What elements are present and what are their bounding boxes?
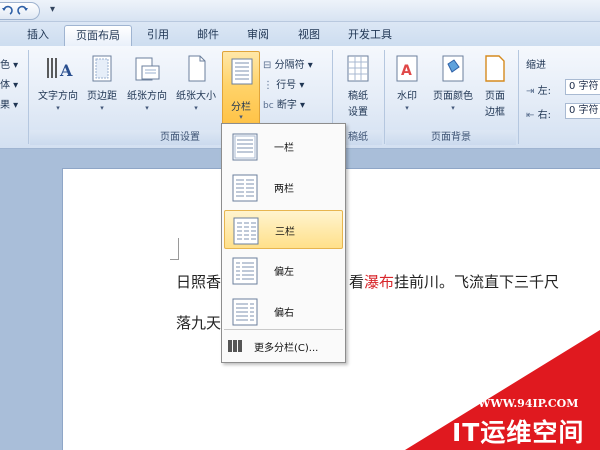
indent-left-label: ⇥ 左: <box>526 86 551 97</box>
right-column-icon <box>232 298 258 326</box>
hyphenation-icon: bc <box>263 101 274 111</box>
chevron-down-icon: ▾ <box>239 113 243 121</box>
orientation-button[interactable]: 纸张方向 ▾ <box>122 54 172 112</box>
paint-bucket-icon <box>442 55 464 82</box>
menu-item-left[interactable]: 偏左 <box>224 251 343 290</box>
indent-left-icon: ⇥ <box>526 86 535 97</box>
menu-item-two-columns[interactable]: 两栏 <box>224 168 343 207</box>
paper-size-button[interactable]: 纸张大小 ▾ <box>172 54 220 112</box>
manuscript-grid-icon <box>347 55 369 82</box>
menu-separator <box>224 329 343 330</box>
redo-arrow-icon[interactable] <box>17 5 29 17</box>
tab-page-layout[interactable]: 页面布局 <box>64 25 132 46</box>
hyphenation-button[interactable]: bc 断字 ▾ <box>263 96 305 111</box>
watermark-url: WWW.94IP.COM <box>478 397 579 410</box>
tab-references[interactable]: 引用 <box>142 25 174 46</box>
menu-item-more-columns[interactable]: 更多分栏(C)... <box>224 334 343 358</box>
theme-colors-button[interactable]: 色 ▾ <box>0 56 18 71</box>
quick-access-toolbar <box>0 2 40 20</box>
tab-mailings[interactable]: 邮件 <box>192 25 224 46</box>
watermark-title: IT运维空间 <box>452 418 585 447</box>
ribbon-tabs: 插入 页面布局 引用 邮件 审阅 视图 开发工具 <box>0 22 600 46</box>
red-text: 瀑布 <box>364 273 395 291</box>
tab-view[interactable]: 视图 <box>293 25 325 46</box>
tab-insert[interactable]: 插入 <box>22 25 54 46</box>
indent-right-label: ⇤ 右: <box>526 110 551 121</box>
title-bar: ▾ <box>0 0 600 22</box>
breaks-icon: ⊟ <box>263 60 272 71</box>
paper-size-icon <box>188 55 206 82</box>
menu-item-one-column[interactable]: 一栏 <box>224 127 343 166</box>
columns-button[interactable]: 分栏 ▾ <box>222 51 260 127</box>
group-separator <box>518 50 519 144</box>
one-column-icon <box>232 133 258 161</box>
margins-button[interactable]: 页边距 ▾ <box>82 54 122 112</box>
columns-icon <box>231 58 253 85</box>
document-line-2[interactable]: 落九天 <box>176 312 221 333</box>
indent-title: 缩进 <box>526 60 546 71</box>
indent-left-input[interactable]: 0 字符 <box>565 79 600 95</box>
theme-effects-button[interactable]: 果 ▾ <box>0 96 18 111</box>
menu-item-right[interactable]: 偏右 <box>224 292 343 331</box>
text-direction-button[interactable]: A 文字方向 ▾ <box>34 54 82 112</box>
orientation-icon <box>135 57 160 81</box>
manuscript-settings-button[interactable]: 稿纸 设置 <box>338 54 378 118</box>
tab-developer[interactable]: 开发工具 <box>342 25 398 46</box>
watermark-button[interactable]: A 水印 ▾ <box>390 54 424 112</box>
indent-right-input[interactable]: 0 字符 <box>565 103 600 119</box>
page-borders-button[interactable]: 页面 边框 <box>480 54 510 118</box>
tab-review[interactable]: 审阅 <box>242 25 274 46</box>
margins-icon <box>92 55 112 82</box>
group-separator <box>28 50 29 144</box>
line-numbers-button[interactable]: ⋮ 行号 ▾ <box>263 76 304 91</box>
undo-arrow-icon[interactable] <box>1 5 13 17</box>
page-border-icon <box>485 55 505 82</box>
left-column-icon <box>232 257 258 285</box>
page-color-button[interactable]: 页面颜色 ▾ <box>427 54 479 112</box>
group-separator <box>384 50 385 144</box>
breaks-button[interactable]: ⊟ 分隔符 ▾ <box>263 56 313 71</box>
more-columns-icon <box>228 340 242 352</box>
columns-label: 分栏 <box>231 102 251 113</box>
three-columns-icon <box>233 217 259 245</box>
menu-item-three-columns[interactable]: 三栏 <box>224 210 343 249</box>
columns-dropdown-menu: 一栏 两栏 三栏 偏左 偏右 更多分栏(C)... <box>221 123 346 363</box>
qat-customize-icon[interactable]: ▾ <box>50 4 55 15</box>
watermark-icon: A <box>396 55 418 82</box>
svg-text:A: A <box>401 63 412 79</box>
two-columns-icon <box>232 174 258 202</box>
text-direction-icon: A <box>47 58 73 80</box>
group-label-page-background: 页面背景 <box>386 130 516 145</box>
line-numbers-icon: ⋮ <box>263 80 273 91</box>
theme-fonts-button[interactable]: 体 ▾ <box>0 76 18 91</box>
indent-right-icon: ⇤ <box>526 110 535 121</box>
margin-corner-mark <box>170 238 179 260</box>
svg-text:A: A <box>59 61 73 80</box>
